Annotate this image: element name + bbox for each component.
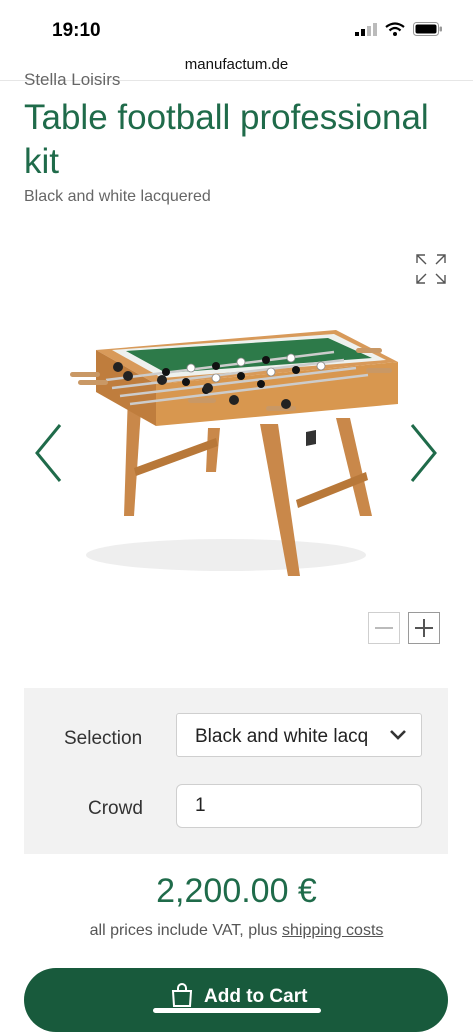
- signal-icon: [355, 23, 377, 36]
- product-price: 2,200.00 €: [156, 872, 317, 910]
- chevron-left-icon[interactable]: [32, 422, 66, 484]
- zoom-out-button[interactable]: [368, 612, 400, 644]
- wifi-icon: [385, 22, 405, 36]
- product-subtitle: Black and white lacquered: [24, 188, 211, 205]
- home-indicator: [153, 1008, 321, 1013]
- shopping-bag-icon: [171, 983, 193, 1007]
- shipping-costs-link[interactable]: shipping costs: [282, 922, 383, 939]
- zoom-in-button[interactable]: [408, 612, 440, 644]
- chevron-down-icon: [390, 730, 406, 740]
- status-time: 19:10: [52, 20, 101, 41]
- minus-icon: [375, 627, 393, 629]
- product-brand[interactable]: Stella Loisirs: [24, 70, 120, 90]
- product-image: [70, 330, 398, 576]
- selection-dropdown[interactable]: Black and white lacq: [176, 713, 422, 757]
- plus-icon: [415, 619, 433, 637]
- quantity-input[interactable]: [176, 784, 422, 828]
- status-bar: 19:10: [0, 0, 473, 50]
- add-to-cart-label: Add to Cart: [204, 986, 308, 1007]
- expand-icon[interactable]: [414, 252, 448, 286]
- add-to-cart-button[interactable]: Add to Cart: [24, 968, 448, 1032]
- chevron-right-icon[interactable]: [406, 422, 440, 484]
- vat-note: all prices include VAT, plus shipping co…: [0, 922, 473, 940]
- selection-label: Selection: [64, 728, 143, 749]
- battery-icon: [413, 22, 442, 36]
- product-options-panel: Selection Black and white lacq Crowd: [24, 688, 448, 854]
- selection-value: Black and white lacq: [195, 726, 369, 747]
- product-title: Table football professional kit: [24, 98, 429, 181]
- quantity-label: Crowd: [88, 798, 143, 819]
- status-icons: [355, 22, 443, 36]
- vat-note-text: all prices include VAT, plus: [89, 922, 282, 939]
- url-text: manufactum.de: [184, 56, 289, 73]
